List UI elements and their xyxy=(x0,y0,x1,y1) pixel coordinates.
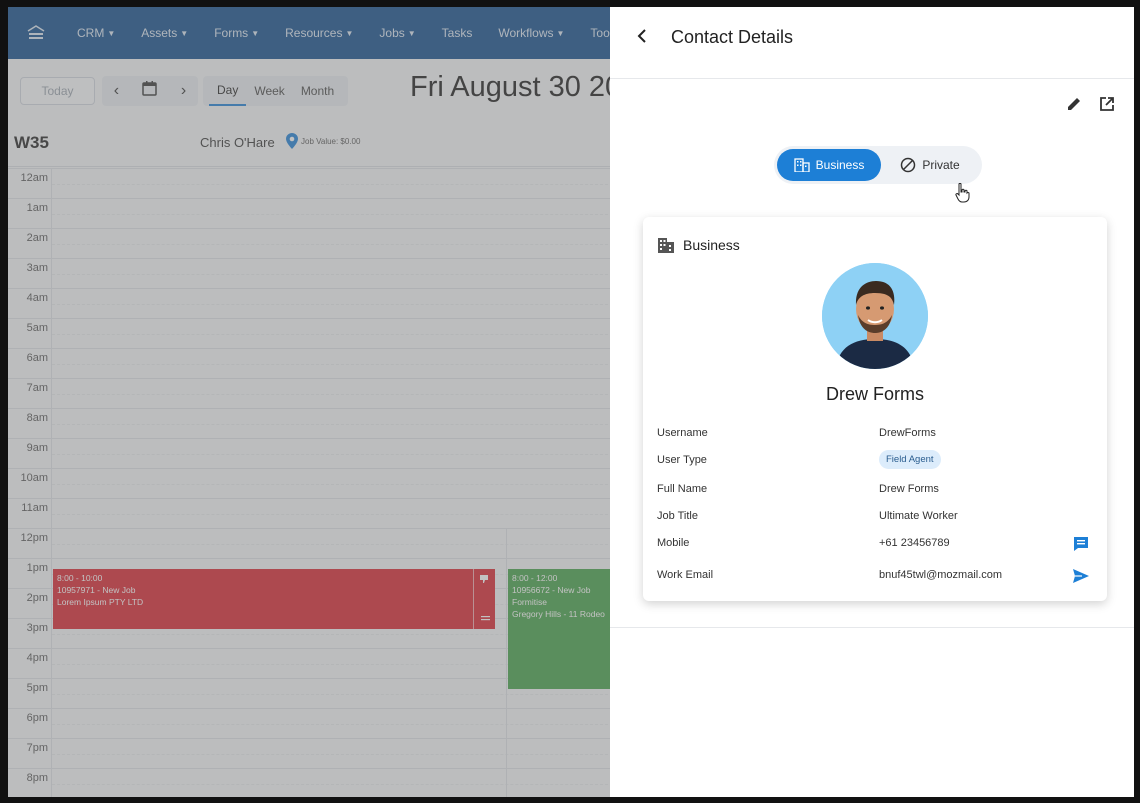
field-value: Ultimate Worker xyxy=(879,510,958,522)
open-external-icon[interactable] xyxy=(1098,95,1116,113)
mouse-pointer-icon xyxy=(955,183,970,203)
field-value: bnuf45twl@mozmail.com xyxy=(879,569,1003,581)
user-type-badge: Field Agent xyxy=(879,450,941,469)
avatar xyxy=(822,263,928,369)
full-name-row: Full Name Drew Forms xyxy=(657,479,1097,503)
contact-card: Business Drew Forms Username DrewForms U… xyxy=(643,217,1107,601)
field-label: Full Name xyxy=(657,483,708,495)
panel-divider xyxy=(610,627,1134,628)
private-toggle-option[interactable]: Private xyxy=(881,149,979,181)
business-toggle-label: Business xyxy=(815,158,865,172)
field-label: Mobile xyxy=(657,537,690,549)
field-label: User Type xyxy=(657,454,707,466)
edit-icon[interactable] xyxy=(1065,95,1083,113)
modal-overlay[interactable] xyxy=(8,7,610,797)
mobile-row: Mobile +61 23456789 xyxy=(657,533,1097,557)
field-label: Username xyxy=(657,427,708,439)
job-title-row: Job Title Ultimate Worker xyxy=(657,506,1097,530)
business-toggle-option[interactable]: Business xyxy=(777,149,881,181)
contact-name: Drew Forms xyxy=(826,384,924,404)
panel-header: Contact Details xyxy=(610,7,1134,79)
user-type-row: User Type Field Agent xyxy=(657,450,1097,474)
chevron-left-icon xyxy=(637,29,646,43)
field-value: DrewForms xyxy=(879,427,936,439)
card-header: Business xyxy=(657,237,740,253)
app-window: CRM ▼ Assets ▼ Forms ▼ Resources ▼ Jobs ▼ Tas… xyxy=(8,7,1134,797)
panel-title: Contact Details xyxy=(671,27,794,47)
username-row: Username DrewForms xyxy=(657,423,1097,447)
card-title: Business xyxy=(683,237,740,253)
building-icon xyxy=(793,158,810,172)
private-toggle-label: Private xyxy=(922,158,960,172)
work-email-row: Work Email bnuf45twl@mozmail.com xyxy=(657,565,1097,589)
block-icon xyxy=(901,157,916,173)
field-label: Work Email xyxy=(657,569,714,581)
message-icon[interactable] xyxy=(1071,534,1091,554)
field-value: Drew Forms xyxy=(879,483,939,495)
send-icon[interactable] xyxy=(1071,566,1091,586)
field-label: Job Title xyxy=(657,510,698,522)
business-private-toggle: Business Private xyxy=(774,146,982,184)
field-value: +61 23456789 xyxy=(879,537,950,549)
building-icon xyxy=(658,238,674,253)
contact-details-panel: Contact Details Business Private Busines… xyxy=(610,7,1134,797)
back-button[interactable] xyxy=(636,27,648,50)
